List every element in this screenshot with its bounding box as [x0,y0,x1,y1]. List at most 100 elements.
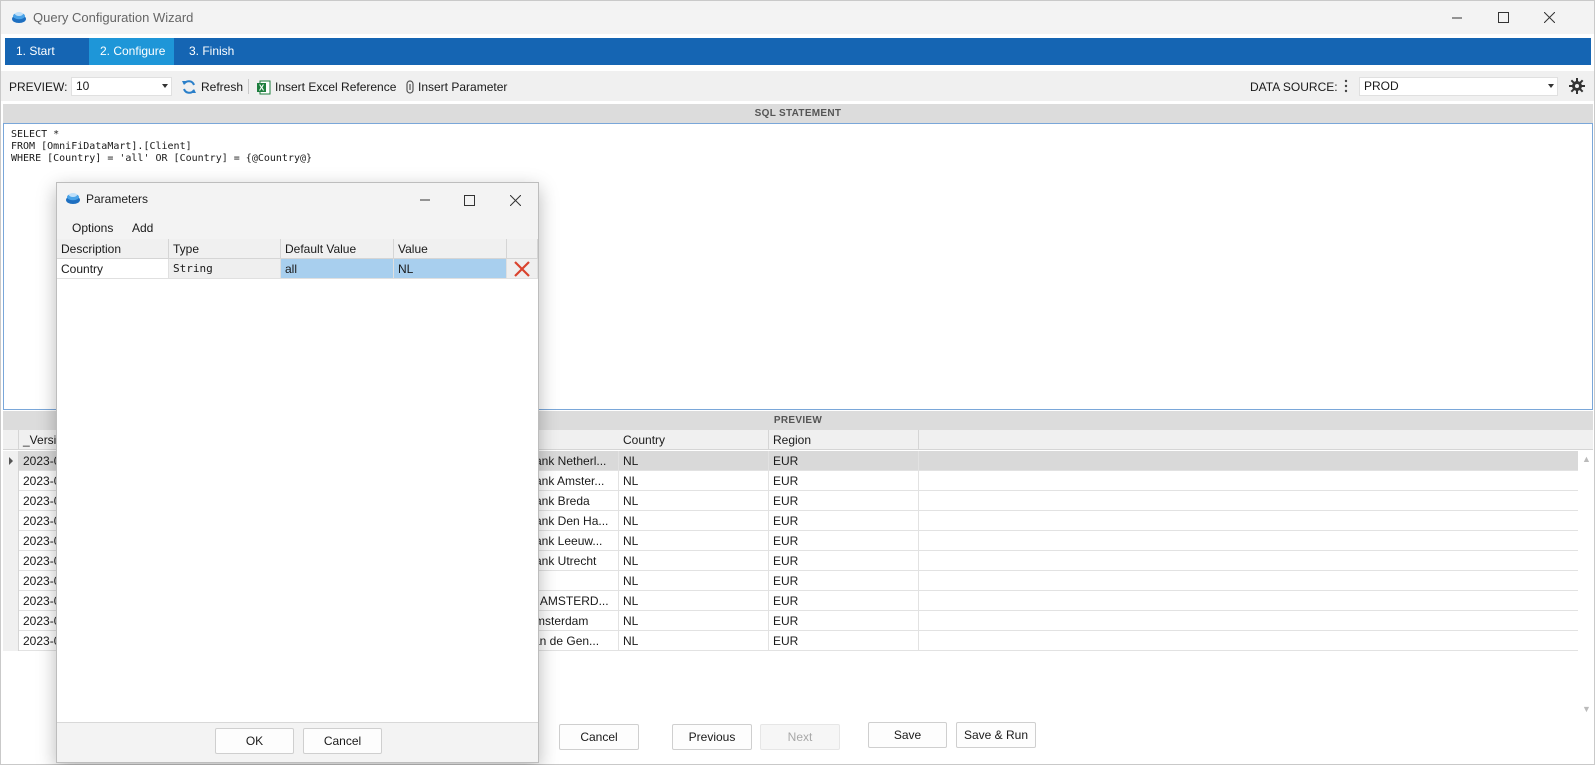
column-header-default-value[interactable]: Default Value [281,239,394,259]
insert-parameter-button[interactable]: Insert Parameter [406,78,507,96]
parameters-maximize-button[interactable] [447,183,491,217]
save-button[interactable]: Save [868,722,947,748]
country-cell[interactable]: NL [619,591,769,611]
parameters-close-button[interactable] [493,183,537,217]
wizard-tab-bar: 1. Start 2. Configure 3. Finish [5,38,1591,65]
preview-count-value: 10 [76,79,90,93]
country-cell[interactable]: NL [619,631,769,651]
svg-text:X: X [259,83,265,92]
parameter-icon [406,80,414,94]
country-cell[interactable]: NL [619,611,769,631]
region-cell[interactable]: EUR [769,591,919,611]
parameters-footer: OK Cancel [57,722,538,762]
maximize-icon [463,194,475,206]
region-cell[interactable]: EUR [769,491,919,511]
menu-options[interactable]: Options [72,221,113,235]
region-cell[interactable]: EUR [769,531,919,551]
insert-excel-reference-label: Insert Excel Reference [275,80,397,94]
country-cell[interactable]: NL [619,491,769,511]
sql-line: WHERE [Country] = 'all' OR [Country] = {… [11,153,313,164]
region-cell[interactable]: EUR [769,551,919,571]
toolbar-divider [248,79,249,94]
preview-scrollbar[interactable]: ▲ ▼ [1579,450,1593,718]
parameters-ok-button[interactable]: OK [215,728,294,754]
tab-finish[interactable]: 3. Finish [178,38,258,65]
row-indicator[interactable] [3,531,19,551]
insert-excel-reference-button[interactable]: X Insert Excel Reference [257,78,396,96]
parameters-dialog: Parameters Options Add Description Type … [56,182,539,763]
delete-parameter-button[interactable] [507,259,538,279]
query-wizard-window: Query Configuration Wizard 1. Start 2. C… [0,0,1595,765]
param-default-value-cell[interactable]: all [281,259,394,279]
region-cell[interactable]: EUR [769,571,919,591]
row-indicator[interactable] [3,491,19,511]
country-cell[interactable]: NL [619,451,769,471]
data-source-value: PROD [1364,79,1399,93]
parameters-cancel-button[interactable]: Cancel [303,728,382,754]
param-value-cell[interactable]: NL [394,259,507,279]
sql-statement-header: SQL STATEMENT [3,104,1593,123]
toolbar: PREVIEW: 10 Refresh X Insert Excel Refer… [1,71,1594,101]
row-indicator[interactable] [3,451,19,471]
preview-count-select[interactable]: 10 [71,77,172,96]
param-type-cell[interactable]: String [169,259,281,279]
save-and-run-button[interactable]: Save & Run [956,722,1036,748]
data-source-select[interactable]: PROD [1359,77,1558,96]
preview-label: PREVIEW: [9,80,68,94]
sql-line: SELECT * [11,129,60,140]
parameters-minimize-button[interactable] [403,183,447,217]
column-header-type[interactable]: Type [169,239,281,259]
row-indicator[interactable] [3,611,19,631]
row-indicator[interactable] [3,591,19,611]
country-cell[interactable]: NL [619,551,769,571]
row-indicator[interactable] [3,631,19,651]
region-cell[interactable]: EUR [769,631,919,651]
region-cell[interactable]: EUR [769,451,919,471]
row-indicator-header [3,430,19,450]
chevron-down-icon [162,84,168,88]
row-indicator[interactable] [3,571,19,591]
column-header-region[interactable]: Region [769,430,919,450]
current-row-icon [9,457,13,465]
previous-button[interactable]: Previous [672,724,752,750]
scroll-down-icon[interactable]: ▼ [1582,704,1591,714]
close-icon [509,194,521,206]
tab-configure[interactable]: 2. Configure [89,38,174,65]
scroll-up-icon[interactable]: ▲ [1582,454,1591,464]
next-button[interactable]: Next [760,724,840,750]
region-cell[interactable]: EUR [769,611,919,631]
row-indicator[interactable] [3,551,19,571]
column-header-description[interactable]: Description [57,239,169,259]
row-indicator[interactable] [3,471,19,491]
minimize-icon [420,199,430,201]
close-button[interactable] [1526,1,1572,34]
data-source-options-icon[interactable] [1344,79,1348,93]
menu-add[interactable]: Add [132,221,153,235]
column-header-value[interactable]: Value [394,239,507,259]
parameters-title-bar: Parameters [57,183,538,217]
title-bar: Query Configuration Wizard [1,1,1594,34]
close-icon [1543,12,1555,23]
row-indicator[interactable] [3,511,19,531]
region-cell[interactable]: EUR [769,511,919,531]
window-title: Query Configuration Wizard [33,10,194,25]
param-description-cell[interactable]: Country [57,259,169,279]
country-cell[interactable]: NL [619,471,769,491]
country-cell[interactable]: NL [619,511,769,531]
app-logo-icon [12,12,26,23]
data-source-label: DATA SOURCE: [1250,80,1338,94]
country-cell[interactable]: NL [619,531,769,551]
country-cell[interactable]: NL [619,571,769,591]
region-cell[interactable]: EUR [769,471,919,491]
gear-icon[interactable] [1569,78,1585,94]
maximize-button[interactable] [1480,1,1526,34]
tab-start[interactable]: 1. Start [5,38,85,65]
refresh-button[interactable]: Refresh [181,78,243,96]
minimize-button[interactable] [1434,1,1480,34]
column-header-country[interactable]: Country [619,430,769,450]
parameters-title: Parameters [86,192,149,206]
parameters-menu-bar: Options Add [57,217,538,239]
wizard-cancel-button[interactable]: Cancel [559,724,639,750]
excel-icon: X [257,80,271,94]
delete-icon [514,261,530,277]
